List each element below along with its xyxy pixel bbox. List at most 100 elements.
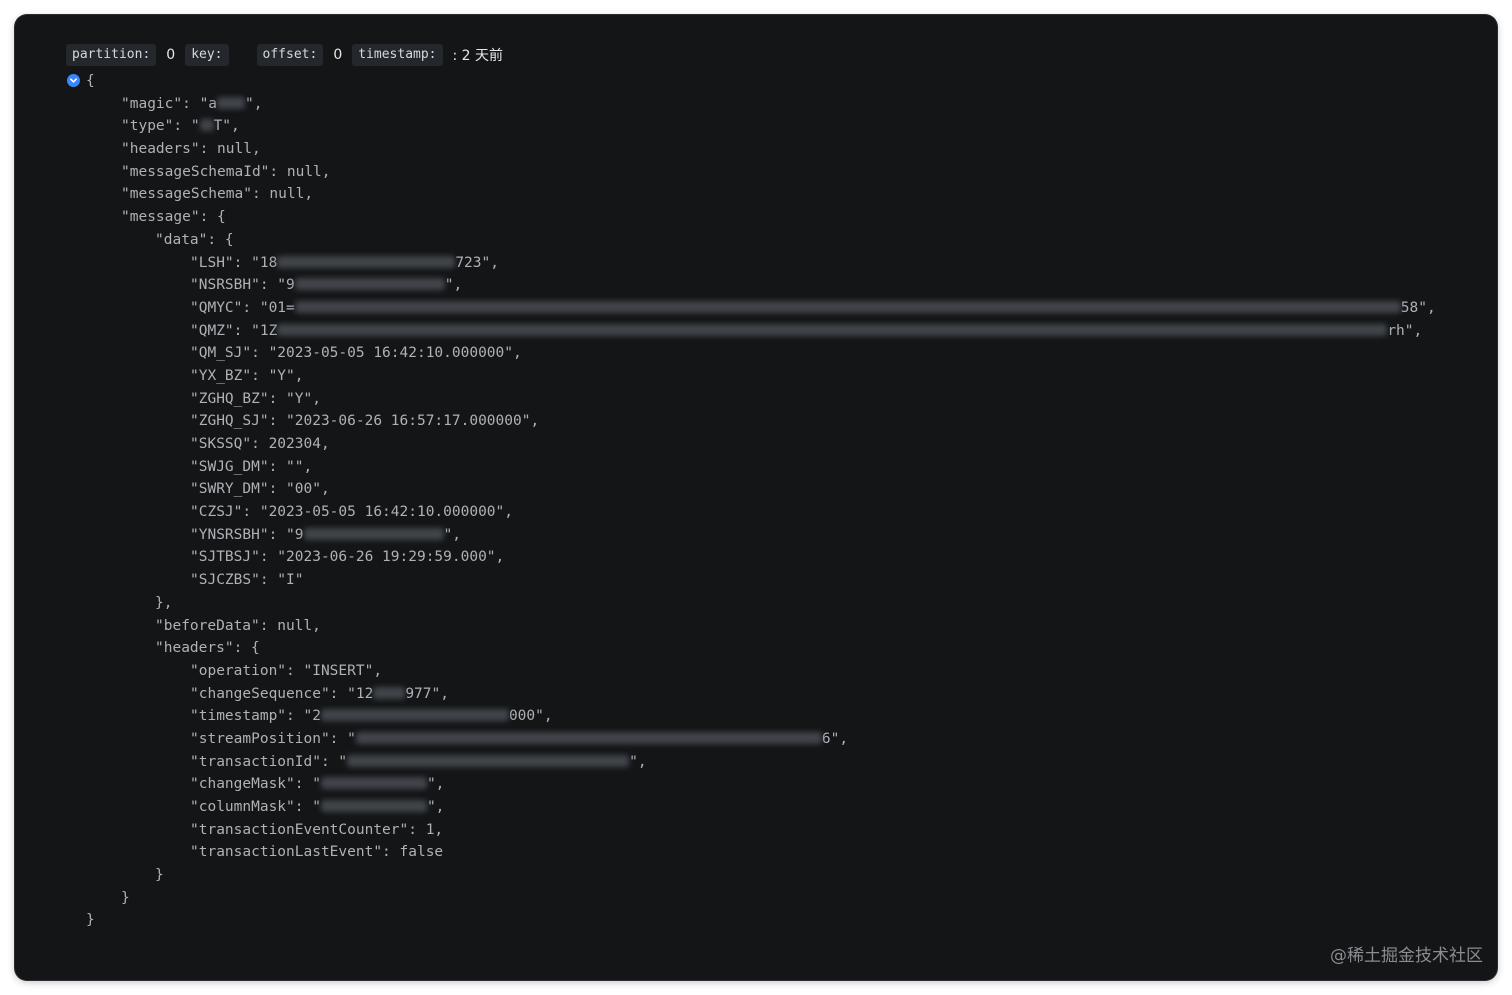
json-line-text: "LSH": "18 <box>190 254 278 271</box>
json-line-text: "QMYC": "01= <box>190 299 295 316</box>
json-line-text: "messageSchema": null, <box>121 186 314 203</box>
timestamp-label: timestamp: <box>352 44 443 66</box>
json-line: "ZGHQ_SJ": "2023-06-26 16:57:17.000000", <box>86 410 1477 433</box>
json-line-tail: 723", <box>455 254 499 271</box>
json-line: "QM_SJ": "2023-05-05 16:42:10.000000", <box>86 342 1477 365</box>
json-line-text: "transactionEventCounter": 1, <box>190 821 444 838</box>
json-line-text: "timestamp": "2 <box>190 708 321 725</box>
json-line-text: } <box>155 867 164 884</box>
json-line: "LSH": "18 723", <box>86 252 1477 275</box>
json-line: } <box>86 909 1477 932</box>
json-line-text: "SJTBSJ": "2023-06-26 19:29:59.000", <box>190 549 505 566</box>
json-line-tail: 58", <box>1400 299 1436 316</box>
json-line-text: "SWRY_DM": "00", <box>190 481 330 498</box>
json-line-tail: 977", <box>405 685 449 702</box>
json-line: "beforeData": null, <box>86 615 1477 638</box>
partition-value: 0 <box>166 47 176 63</box>
json-line: "QMZ": "1Z rh", <box>86 320 1477 343</box>
collapse-toggle[interactable] <box>67 74 80 87</box>
json-line: "transactionLastEvent": false <box>86 841 1477 864</box>
json-line: "transactionId": " ", <box>86 751 1477 774</box>
key-label: key: <box>185 44 229 66</box>
redacted-value <box>217 96 246 109</box>
json-line: "message": { <box>86 206 1477 229</box>
json-line-tail: 000", <box>508 708 553 725</box>
json-line: } <box>86 887 1477 910</box>
json-line-tail: ", <box>426 776 445 793</box>
redacted-value <box>294 278 445 291</box>
json-line: "data": { <box>86 229 1477 252</box>
chevron-down-icon <box>69 78 78 83</box>
redacted-value <box>373 686 406 699</box>
json-line: "QMYC": "01= 58", <box>86 297 1477 320</box>
json-content: { "magic": "a ", "type": " T", "headers": nul… <box>86 70 1477 932</box>
json-line: "CZSJ": "2023-05-05 16:42:10.000000", <box>86 501 1477 524</box>
redacted-value <box>294 300 1401 313</box>
json-line-text: "SWJG_DM": "", <box>190 458 313 475</box>
json-line-text: "type": " <box>121 118 200 135</box>
json-line: } <box>86 864 1477 887</box>
json-line: "transactionEventCounter": 1, <box>86 819 1477 842</box>
json-line-text: "columnMask": " <box>190 799 321 815</box>
redacted-value <box>320 709 509 722</box>
json-line: "columnMask": " ", <box>86 796 1477 819</box>
redacted-value <box>320 800 427 812</box>
json-line-text: }, <box>155 594 173 611</box>
redacted-value <box>277 255 456 268</box>
json-line-text: "CZSJ": "2023-05-05 16:42:10.000000", <box>190 504 514 521</box>
json-line-text: "headers": { <box>155 640 260 657</box>
json-line: "YX_BZ": "Y", <box>86 365 1477 388</box>
json-line-tail: ", <box>245 95 263 112</box>
offset-label: offset: <box>256 44 324 66</box>
json-line-text: "NSRSBH": "9 <box>190 277 295 294</box>
json-line-text: "QM_SJ": "2023-05-05 16:42:10.000000", <box>190 345 522 362</box>
json-line-text: { <box>86 73 95 89</box>
json-line-tail: ", <box>426 799 445 815</box>
json-line: "headers": { <box>86 637 1477 660</box>
json-line-text: "data": { <box>155 231 234 248</box>
json-line: }, <box>86 592 1477 615</box>
json-line-text: "SKSSQ": 202304, <box>190 436 330 452</box>
json-line: "ZGHQ_BZ": "Y", <box>86 388 1477 411</box>
json-line-text: "magic": "a <box>121 95 218 112</box>
json-line-text: "headers": null, <box>121 141 261 158</box>
json-line: "SJCZBS": "I" <box>86 569 1477 592</box>
json-viewer-window: partition: 0 key: offset: 0 timestamp: :… <box>15 15 1497 980</box>
json-line-tail: ", <box>443 526 461 543</box>
json-line-text: "transactionLastEvent": false <box>190 844 444 861</box>
redacted-value <box>277 323 1388 336</box>
json-line: "SJTBSJ": "2023-06-26 19:29:59.000", <box>86 546 1477 569</box>
json-line-tail: T", <box>213 118 240 135</box>
json-line-text: "transactionId": " <box>190 753 348 770</box>
json-line: "messageSchemaId": null, <box>86 161 1477 184</box>
json-line: "NSRSBH": "9 ", <box>86 274 1477 297</box>
json-line: "SWRY_DM": "00", <box>86 478 1477 501</box>
json-line: "headers": null, <box>86 138 1477 161</box>
json-line: "changeMask": " ", <box>86 773 1477 796</box>
json-line-tail: rh", <box>1387 322 1423 339</box>
json-line-text: } <box>86 912 95 929</box>
json-line-text: "beforeData": null, <box>155 617 321 634</box>
json-line: { <box>86 70 1477 93</box>
json-line-tail: ", <box>629 753 647 770</box>
json-line-text: "SJCZBS": "I" <box>190 572 304 589</box>
redacted-value <box>320 777 427 790</box>
json-line-text: "message": { <box>121 209 226 226</box>
redacted-value <box>355 731 822 744</box>
json-line-text: "messageSchemaId": null, <box>121 163 331 180</box>
json-line: "streamPosition": " 6", <box>86 728 1477 751</box>
json-line: "SWJG_DM": "", <box>86 456 1477 479</box>
redacted-value <box>199 119 214 132</box>
json-line: "changeSequence": "12 977", <box>86 683 1477 706</box>
json-line-text: "changeMask": " <box>190 776 321 793</box>
json-line: "messageSchema": null, <box>86 183 1477 206</box>
json-line-text: } <box>121 889 130 906</box>
json-line-text: "ZGHQ_BZ": "Y", <box>190 390 321 407</box>
json-line: "magic": "a ", <box>86 93 1477 116</box>
json-line: "type": " T", <box>86 115 1477 138</box>
json-line-text: "ZGHQ_SJ": "2023-06-26 16:57:17.000000", <box>190 413 540 430</box>
json-line-text: "YNSRSBH": "9 <box>190 526 304 543</box>
timestamp-value: : 2 天前 <box>452 48 504 64</box>
json-line-text: "changeSequence": "12 <box>190 685 374 702</box>
offset-value: 0 <box>333 47 343 63</box>
